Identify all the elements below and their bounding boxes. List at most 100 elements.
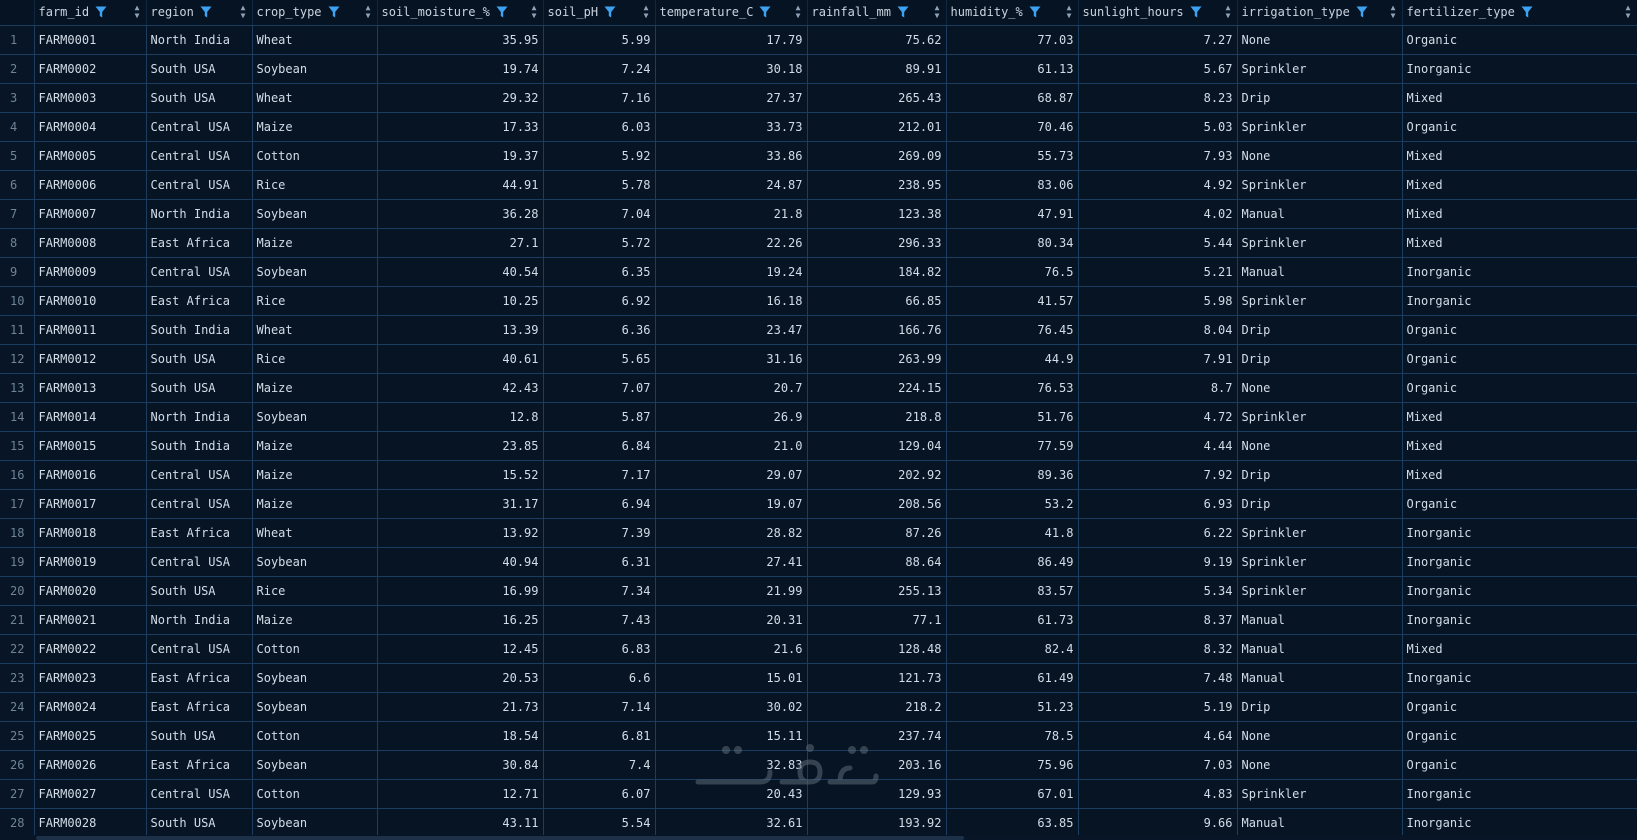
- table-cell[interactable]: 36.28: [377, 199, 544, 229]
- table-cell[interactable]: FARM0012: [34, 344, 147, 374]
- table-cell[interactable]: Organic: [1402, 489, 1637, 519]
- table-cell[interactable]: 218.8: [807, 402, 947, 432]
- table-cell[interactable]: Inorganic: [1402, 605, 1637, 635]
- table-cell[interactable]: 40.54: [377, 257, 544, 287]
- table-cell[interactable]: 35.95: [377, 25, 544, 55]
- table-row[interactable]: 6 FARM0006 Central USA Rice 44.91 5.78 24.87 23…: [0, 170, 1637, 200]
- table-cell[interactable]: 5.34: [1078, 576, 1238, 606]
- table-cell[interactable]: 76.5: [946, 257, 1079, 287]
- table-cell[interactable]: 16.99: [377, 576, 544, 606]
- table-cell[interactable]: 16.18: [655, 286, 808, 316]
- table-cell[interactable]: FARM0002: [34, 54, 147, 84]
- table-cell[interactable]: Wheat: [252, 518, 378, 548]
- table-cell[interactable]: 4.02: [1078, 199, 1238, 229]
- table-cell[interactable]: 218.2: [807, 692, 947, 722]
- table-cell[interactable]: 5.44: [1078, 228, 1238, 258]
- table-cell[interactable]: Soybean: [252, 547, 378, 577]
- table-cell[interactable]: 121.73: [807, 663, 947, 693]
- table-cell[interactable]: 44.9: [946, 344, 1079, 374]
- sort-icon[interactable]: ▲ ▼: [135, 4, 140, 20]
- table-cell[interactable]: 8.7: [1078, 373, 1238, 403]
- filter-icon[interactable]: [897, 6, 909, 18]
- column-header[interactable]: rainfall_mm ▲ ▼: [807, 0, 947, 26]
- table-cell[interactable]: Manual: [1237, 634, 1403, 664]
- table-cell[interactable]: 263.99: [807, 344, 947, 374]
- table-cell[interactable]: 27.1: [377, 228, 544, 258]
- table-cell[interactable]: 17.33: [377, 112, 544, 142]
- table-cell[interactable]: Soybean: [252, 663, 378, 693]
- table-row[interactable]: 16 FARM0016 Central USA Maize 15.52 7.17 29.07…: [0, 460, 1637, 490]
- table-cell[interactable]: Rice: [252, 576, 378, 606]
- table-cell[interactable]: Soybean: [252, 257, 378, 287]
- table-cell[interactable]: Drip: [1237, 83, 1403, 113]
- table-cell[interactable]: 7.27: [1078, 25, 1238, 55]
- table-cell[interactable]: Soybean: [252, 402, 378, 432]
- table-row[interactable]: 10 FARM0010 East Africa Rice 10.25 6.92 16.18 6…: [0, 286, 1637, 316]
- table-cell[interactable]: 265.43: [807, 83, 947, 113]
- table-cell[interactable]: FARM0003: [34, 83, 147, 113]
- table-cell[interactable]: Mixed: [1402, 402, 1637, 432]
- table-cell[interactable]: South USA: [146, 808, 253, 835]
- table-cell[interactable]: North India: [146, 199, 253, 229]
- table-cell[interactable]: 166.76: [807, 315, 947, 345]
- table-cell[interactable]: 8.04: [1078, 315, 1238, 345]
- table-cell[interactable]: Mixed: [1402, 460, 1637, 490]
- table-cell[interactable]: FARM0011: [34, 315, 147, 345]
- table-cell[interactable]: 5.67: [1078, 54, 1238, 84]
- table-cell[interactable]: Inorganic: [1402, 518, 1637, 548]
- table-cell[interactable]: 61.73: [946, 605, 1079, 635]
- table-cell[interactable]: 6.03: [543, 112, 656, 142]
- table-cell[interactable]: 224.15: [807, 373, 947, 403]
- table-cell[interactable]: 4.64: [1078, 721, 1238, 751]
- table-cell[interactable]: Central USA: [146, 489, 253, 519]
- sort-icon[interactable]: ▲ ▼: [1226, 4, 1231, 20]
- table-cell[interactable]: 18.54: [377, 721, 544, 751]
- table-cell[interactable]: FARM0025: [34, 721, 147, 751]
- filter-icon[interactable]: [1190, 6, 1202, 18]
- table-cell[interactable]: 8.37: [1078, 605, 1238, 635]
- table-row[interactable]: 20 FARM0020 South USA Rice 16.99 7.34 21.99 255…: [0, 576, 1637, 606]
- table-cell[interactable]: East Africa: [146, 228, 253, 258]
- table-cell[interactable]: 7.93: [1078, 141, 1238, 171]
- table-cell[interactable]: 30.02: [655, 692, 808, 722]
- table-cell[interactable]: 12.71: [377, 779, 544, 809]
- table-cell[interactable]: 21.99: [655, 576, 808, 606]
- table-cell[interactable]: 7.48: [1078, 663, 1238, 693]
- table-cell[interactable]: 61.13: [946, 54, 1079, 84]
- column-header[interactable]: region ▲ ▼: [146, 0, 253, 26]
- table-cell[interactable]: 13.92: [377, 518, 544, 548]
- table-cell[interactable]: Sprinkler: [1237, 112, 1403, 142]
- table-cell[interactable]: Manual: [1237, 663, 1403, 693]
- table-cell[interactable]: FARM0009: [34, 257, 147, 287]
- table-cell[interactable]: 7.07: [543, 373, 656, 403]
- table-cell[interactable]: Soybean: [252, 199, 378, 229]
- table-row[interactable]: 22 FARM0022 Central USA Cotton 12.45 6.83 21.6…: [0, 634, 1637, 664]
- table-cell[interactable]: 5.03: [1078, 112, 1238, 142]
- table-row[interactable]: 2 FARM0002 South USA Soybean 19.74 7.24 30.18 8…: [0, 54, 1637, 84]
- sort-icon[interactable]: ▲ ▼: [366, 4, 371, 20]
- table-cell[interactable]: 27.37: [655, 83, 808, 113]
- table-cell[interactable]: Central USA: [146, 257, 253, 287]
- table-cell[interactable]: 4.72: [1078, 402, 1238, 432]
- table-cell[interactable]: 6.07: [543, 779, 656, 809]
- sort-icon[interactable]: ▲ ▼: [796, 4, 801, 20]
- table-cell[interactable]: FARM0028: [34, 808, 147, 835]
- table-cell[interactable]: None: [1237, 141, 1403, 171]
- column-header[interactable]: soil_moisture_% ▲ ▼: [377, 0, 544, 26]
- table-row[interactable]: 11 FARM0011 South India Wheat 13.39 6.36 23.47…: [0, 315, 1637, 345]
- table-cell[interactable]: 53.2: [946, 489, 1079, 519]
- table-row[interactable]: 1 FARM0001 North India Wheat 35.95 5.99 17.79 7…: [0, 25, 1637, 55]
- table-cell[interactable]: 6.84: [543, 431, 656, 461]
- table-cell[interactable]: 7.17: [543, 460, 656, 490]
- table-cell[interactable]: 76.45: [946, 315, 1079, 345]
- table-cell[interactable]: 5.99: [543, 25, 656, 55]
- table-cell[interactable]: 8.23: [1078, 83, 1238, 113]
- table-cell[interactable]: East Africa: [146, 750, 253, 780]
- table-cell[interactable]: East Africa: [146, 692, 253, 722]
- table-cell[interactable]: 31.17: [377, 489, 544, 519]
- table-row[interactable]: 18 FARM0018 East Africa Wheat 13.92 7.39 28.82…: [0, 518, 1637, 548]
- table-cell[interactable]: 21.0: [655, 431, 808, 461]
- table-cell[interactable]: Organic: [1402, 25, 1637, 55]
- table-cell[interactable]: Manual: [1237, 605, 1403, 635]
- table-cell[interactable]: 63.85: [946, 808, 1079, 835]
